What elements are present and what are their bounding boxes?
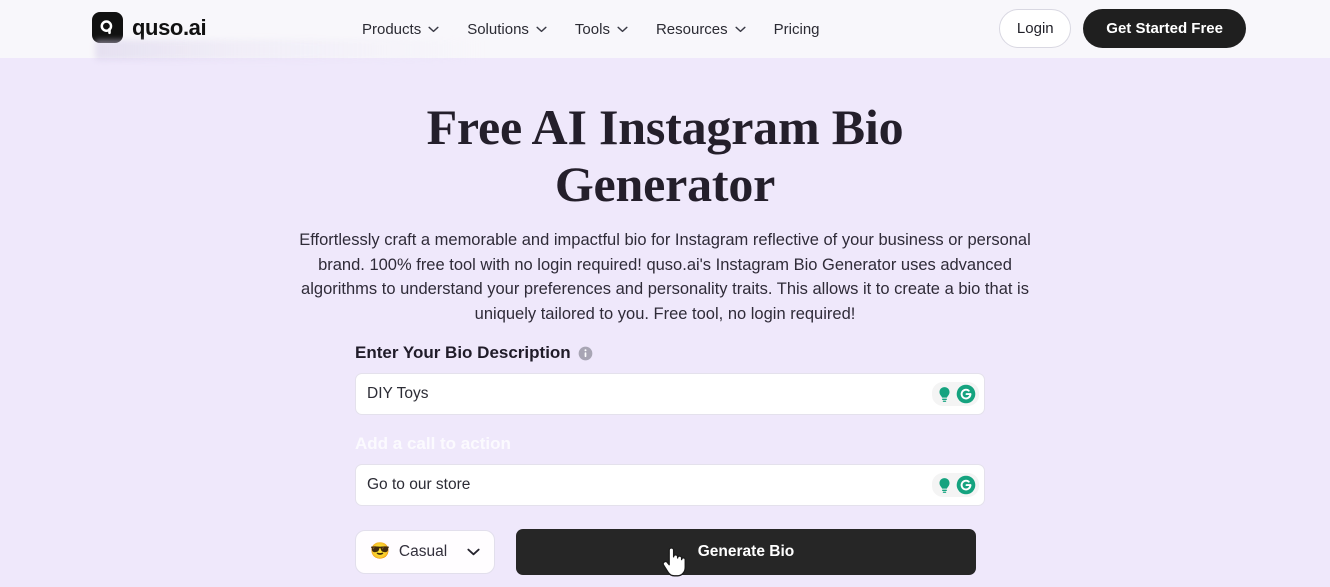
chevron-down-icon (536, 26, 547, 32)
nav-item-label: Products (362, 20, 422, 38)
main-content: Free AI Instagram Bio Generator Effortle… (0, 58, 1330, 587)
site-header: quso.ai Products Solutions Tools Resourc… (0, 0, 1330, 58)
chevron-down-icon (467, 548, 480, 556)
form-controls: 😎 Casual Generate Bio (355, 529, 985, 575)
grammarly-widget[interactable] (932, 382, 979, 406)
bio-description-input[interactable] (355, 373, 985, 415)
grammarly-suggestion-icon[interactable] (935, 385, 954, 404)
nav-item-label: Tools (574, 20, 610, 38)
bio-description-label-text: Enter Your Bio Description (355, 343, 571, 362)
brand-logo[interactable]: quso.ai (92, 12, 207, 43)
brand-name: quso.ai (132, 14, 207, 40)
nav-item-products[interactable]: Products (362, 15, 453, 44)
tone-select[interactable]: 😎 Casual (355, 530, 495, 574)
call-to-action-input[interactable] (355, 464, 985, 506)
bio-generator-form: Enter Your Bio Description DIY Toys Add … (355, 343, 985, 575)
call-to-action-label: Add a call to action (355, 434, 511, 453)
main-navigation: Products Solutions Tools Resources Prici… (362, 0, 834, 58)
grammarly-logo-icon[interactable] (956, 475, 976, 495)
nav-item-label: Resources (655, 20, 728, 38)
quso-logo-mark-icon (92, 12, 123, 43)
grammarly-suggestion-icon[interactable] (935, 476, 954, 495)
nav-item-solutions[interactable]: Solutions (453, 15, 561, 44)
nav-item-label: Pricing (773, 20, 820, 38)
nav-item-pricing[interactable]: Pricing (760, 15, 834, 44)
login-button[interactable]: Login (999, 9, 1072, 48)
header-actions: Login Get Started Free (999, 9, 1246, 48)
nav-item-resources[interactable]: Resources (642, 15, 760, 44)
chevron-down-icon (735, 26, 746, 32)
call-to-action-input-wrap (355, 464, 985, 506)
info-icon[interactable] (578, 346, 593, 361)
nav-item-label: Solutions (467, 20, 529, 38)
nav-item-tools[interactable]: Tools (561, 15, 642, 44)
get-started-free-button[interactable]: Get Started Free (1083, 9, 1246, 48)
grammarly-widget[interactable] (932, 473, 979, 497)
grammarly-logo-icon[interactable] (956, 384, 976, 404)
tone-select-value: Casual (398, 543, 448, 560)
chevron-down-icon (428, 26, 439, 32)
tone-emoji-icon: 😎 (370, 543, 390, 560)
bio-description-input-wrap (355, 373, 985, 415)
chevron-down-icon (617, 26, 628, 32)
page-title: Free AI Instagram Bio Generator (426, 99, 904, 212)
page-description: Effortlessly craft a memorable and impac… (299, 231, 1031, 323)
generate-bio-button[interactable]: Generate Bio (516, 529, 976, 575)
bio-description-label: Enter Your Bio Description (355, 343, 985, 363)
